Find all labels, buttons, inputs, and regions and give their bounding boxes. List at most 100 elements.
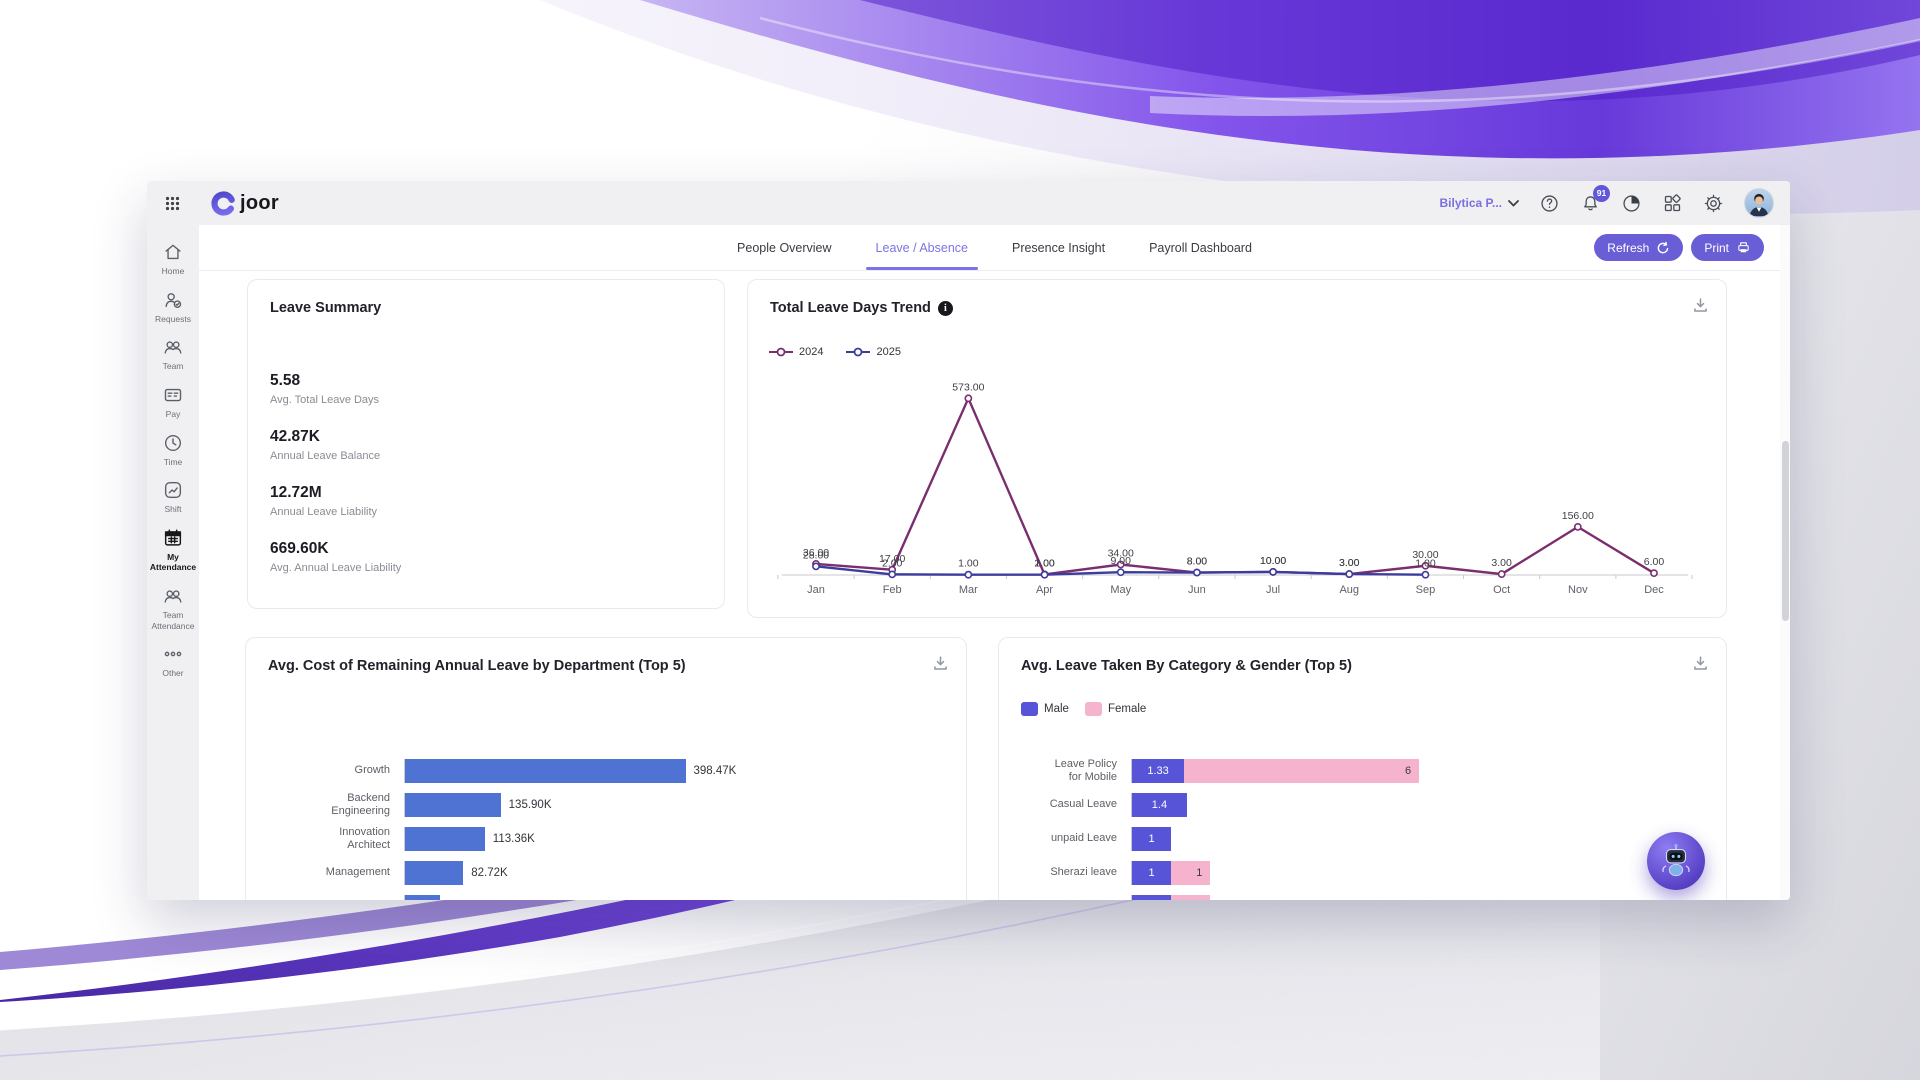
- bar-row: [1021, 895, 1700, 900]
- bar[interactable]: [405, 861, 463, 885]
- sidebar-item-pay[interactable]: Pay: [147, 384, 199, 420]
- info-icon[interactable]: i: [938, 301, 953, 316]
- bar-segment-male[interactable]: 1.33: [1132, 759, 1184, 783]
- apps-grid-icon[interactable]: [1662, 193, 1683, 214]
- legend-swatch: [1021, 702, 1038, 716]
- bar-row: [268, 895, 940, 900]
- sidebar-item-requests[interactable]: Requests: [147, 289, 199, 325]
- legend-item-2025[interactable]: 2025: [845, 346, 900, 358]
- download-icon[interactable]: [1691, 654, 1710, 673]
- user-avatar[interactable]: [1744, 188, 1774, 218]
- value-label: 6.00: [1644, 556, 1665, 568]
- sidebar-item-shift[interactable]: Shift: [147, 479, 199, 515]
- total-leave-days-trend-card: Total Leave Days Trend i 20242025 JanFeb…: [747, 279, 1727, 618]
- theme-contrast-icon[interactable]: [1621, 193, 1642, 214]
- data-point-2024[interactable]: [1575, 524, 1581, 530]
- bar-row: Backend Engineering135.90K: [268, 793, 940, 817]
- bar-segment-male[interactable]: 1: [1132, 827, 1171, 851]
- bar-segment-female[interactable]: [1171, 895, 1210, 900]
- settings-gear-icon[interactable]: [1703, 193, 1724, 214]
- legend-item-2024[interactable]: 2024: [768, 346, 823, 358]
- data-point-2025[interactable]: [965, 572, 971, 578]
- data-point-2025[interactable]: [813, 563, 819, 569]
- account-menu[interactable]: Bilytica P...: [1440, 196, 1519, 210]
- category-label: Management: [268, 866, 404, 879]
- total-leave-days-trend-chart: JanFebMarAprMayJunJulAugSepOctNovDec36.0…: [764, 376, 1700, 609]
- data-point-2024[interactable]: [1499, 571, 1505, 577]
- bar-value-label: 82.72K: [471, 867, 507, 879]
- bar[interactable]: [405, 827, 485, 851]
- segment-value-label: 1.4: [1132, 793, 1187, 817]
- value-label: 573.00: [952, 381, 984, 393]
- dashboard-window: joor Bilytica P...: [147, 181, 1790, 900]
- bar[interactable]: [405, 793, 501, 817]
- trend-legend[interactable]: 2024 2025: [768, 346, 901, 358]
- ojoor-logo[interactable]: joor: [210, 190, 279, 217]
- chatbot-button[interactable]: [1647, 832, 1705, 890]
- tab-people-overview[interactable]: People Overview: [735, 226, 834, 270]
- data-point-2025[interactable]: [1118, 569, 1124, 575]
- print-button[interactable]: Print: [1691, 234, 1764, 261]
- sidebar-item-time[interactable]: Time: [147, 432, 199, 468]
- dashboard-tabs: People Overview Leave / Absence Presence…: [199, 225, 1790, 271]
- download-icon[interactable]: [931, 654, 950, 673]
- app-launcher-icon[interactable]: [165, 196, 180, 211]
- data-point-2024[interactable]: [965, 395, 971, 401]
- category-label: Backend Engineering: [268, 792, 404, 818]
- value-label: 9.00: [1111, 555, 1132, 567]
- sidebar-item-team[interactable]: Team: [147, 336, 199, 372]
- legend-swatch: [1085, 702, 1102, 716]
- bar-segment-male[interactable]: [1132, 895, 1171, 900]
- bar-value-label: 398.47K: [694, 765, 737, 777]
- bar-segment-female[interactable]: 6: [1184, 759, 1419, 783]
- tab-payroll-dashboard[interactable]: Payroll Dashboard: [1147, 226, 1254, 270]
- help-icon[interactable]: [1539, 193, 1560, 214]
- bar-row: Sherazi leave11: [1021, 861, 1700, 885]
- data-point-2025[interactable]: [1194, 569, 1200, 575]
- bar-segment-male[interactable]: 1.4: [1132, 793, 1187, 817]
- tab-leave-absence[interactable]: Leave / Absence: [874, 226, 970, 270]
- segment-value-label: 1: [1132, 861, 1171, 885]
- sidebar-item-my-attendance[interactable]: My Attendance: [147, 527, 199, 573]
- sidebar-item-team-attendance[interactable]: Team Attendance: [147, 585, 199, 631]
- metric-avg-annual-leave-liability: 669.60K Avg. Annual Leave Liability: [270, 540, 401, 574]
- x-axis-label: Aug: [1339, 584, 1359, 596]
- value-label: 2.00: [882, 557, 903, 569]
- bar[interactable]: [405, 895, 440, 900]
- sidebar-item-other[interactable]: Other: [147, 643, 199, 679]
- chatbot-robot-icon: [1657, 842, 1695, 880]
- value-label: 3.00: [1491, 557, 1512, 569]
- data-point-2025[interactable]: [1346, 571, 1352, 577]
- data-point-2024[interactable]: [1651, 570, 1657, 576]
- value-label: 10.00: [1260, 555, 1286, 567]
- legend-item-male[interactable]: Male: [1021, 702, 1069, 716]
- account-name: Bilytica P...: [1440, 196, 1502, 210]
- bar-row: Innovation Architect113.36K: [268, 827, 940, 851]
- scrollbar-thumb[interactable]: [1782, 441, 1789, 621]
- bar-segment-female[interactable]: 1: [1171, 861, 1210, 885]
- line-series-2024: [816, 398, 1654, 574]
- notifications-bell-icon[interactable]: 91: [1580, 193, 1601, 214]
- download-icon[interactable]: [1691, 296, 1710, 315]
- gender-legend[interactable]: Male Female: [1021, 702, 1146, 716]
- data-point-2025[interactable]: [889, 571, 895, 577]
- logo-text: joor: [240, 192, 279, 215]
- tab-presence-insight[interactable]: Presence Insight: [1010, 226, 1107, 270]
- leave-by-gender-card: Avg. Leave Taken By Category & Gender (T…: [998, 637, 1727, 900]
- leave-by-gender-bar-chart: Leave Policy for Mobile1.336Casual Leave…: [1021, 759, 1700, 900]
- x-axis-label: Jun: [1188, 584, 1206, 596]
- legend-item-female[interactable]: Female: [1085, 702, 1146, 716]
- bar[interactable]: [405, 759, 686, 783]
- x-axis-label: Dec: [1644, 584, 1664, 596]
- data-point-2025[interactable]: [1041, 572, 1047, 578]
- bar-row: unpaid Leave1: [1021, 827, 1700, 851]
- refresh-button[interactable]: Refresh: [1594, 234, 1683, 261]
- segment-value-label: 1: [1196, 861, 1202, 885]
- bar-segment-male[interactable]: 1: [1132, 861, 1171, 885]
- data-point-2025[interactable]: [1270, 569, 1276, 575]
- data-point-2025[interactable]: [1422, 572, 1428, 578]
- sidebar-item-home[interactable]: Home: [147, 241, 199, 277]
- value-label: 3.00: [1339, 557, 1360, 569]
- x-axis-label: Sep: [1416, 584, 1436, 596]
- dept-cost-bar-chart: Growth398.47KBackend Engineering135.90KI…: [268, 759, 940, 900]
